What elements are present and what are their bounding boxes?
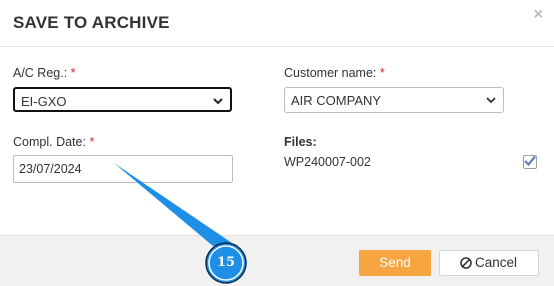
step-number-badge: 15 — [216, 255, 236, 270]
compl-date-input[interactable]: 23/07/2024 — [13, 155, 233, 183]
save-to-archive-dialog: SAVE TO ARCHIVE × A/C Reg.: * EI-GXO Cus… — [0, 0, 554, 286]
chevron-down-icon — [486, 97, 496, 104]
ban-icon — [460, 257, 472, 269]
files-label: Files: — [284, 135, 317, 149]
required-mark: * — [70, 66, 76, 80]
ac-reg-value: EI-GXO — [21, 94, 67, 109]
ac-reg-label-text: A/C Reg.: — [13, 66, 68, 80]
required-mark: * — [89, 135, 95, 149]
file-item-name: WP240007-002 — [284, 155, 371, 169]
cancel-button[interactable]: Cancel — [439, 250, 539, 276]
dialog-title: SAVE TO ARCHIVE — [13, 13, 170, 32]
dialog-header: SAVE TO ARCHIVE × — [0, 0, 554, 47]
file-item-checkbox[interactable] — [523, 155, 537, 169]
chevron-down-icon — [213, 98, 223, 105]
checkmark-icon — [524, 155, 536, 167]
customer-name-value: AIR COMPANY — [291, 93, 382, 108]
dialog-footer: Send Cancel — [0, 235, 554, 286]
compl-date-value: 23/07/2024 — [19, 162, 82, 176]
customer-name-label-text: Customer name: — [284, 66, 377, 80]
send-button[interactable]: Send — [359, 250, 431, 276]
customer-name-select[interactable]: AIR COMPANY — [284, 87, 504, 113]
cancel-button-label: Cancel — [475, 255, 518, 270]
ac-reg-label: A/C Reg.: * — [13, 66, 76, 80]
close-icon[interactable]: × — [534, 6, 543, 24]
customer-name-label: Customer name: * — [284, 66, 385, 80]
compl-date-label: Compl. Date: * — [13, 135, 94, 149]
compl-date-label-text: Compl. Date: — [13, 135, 86, 149]
ac-reg-select[interactable]: EI-GXO — [13, 87, 232, 112]
required-mark: * — [379, 66, 385, 80]
